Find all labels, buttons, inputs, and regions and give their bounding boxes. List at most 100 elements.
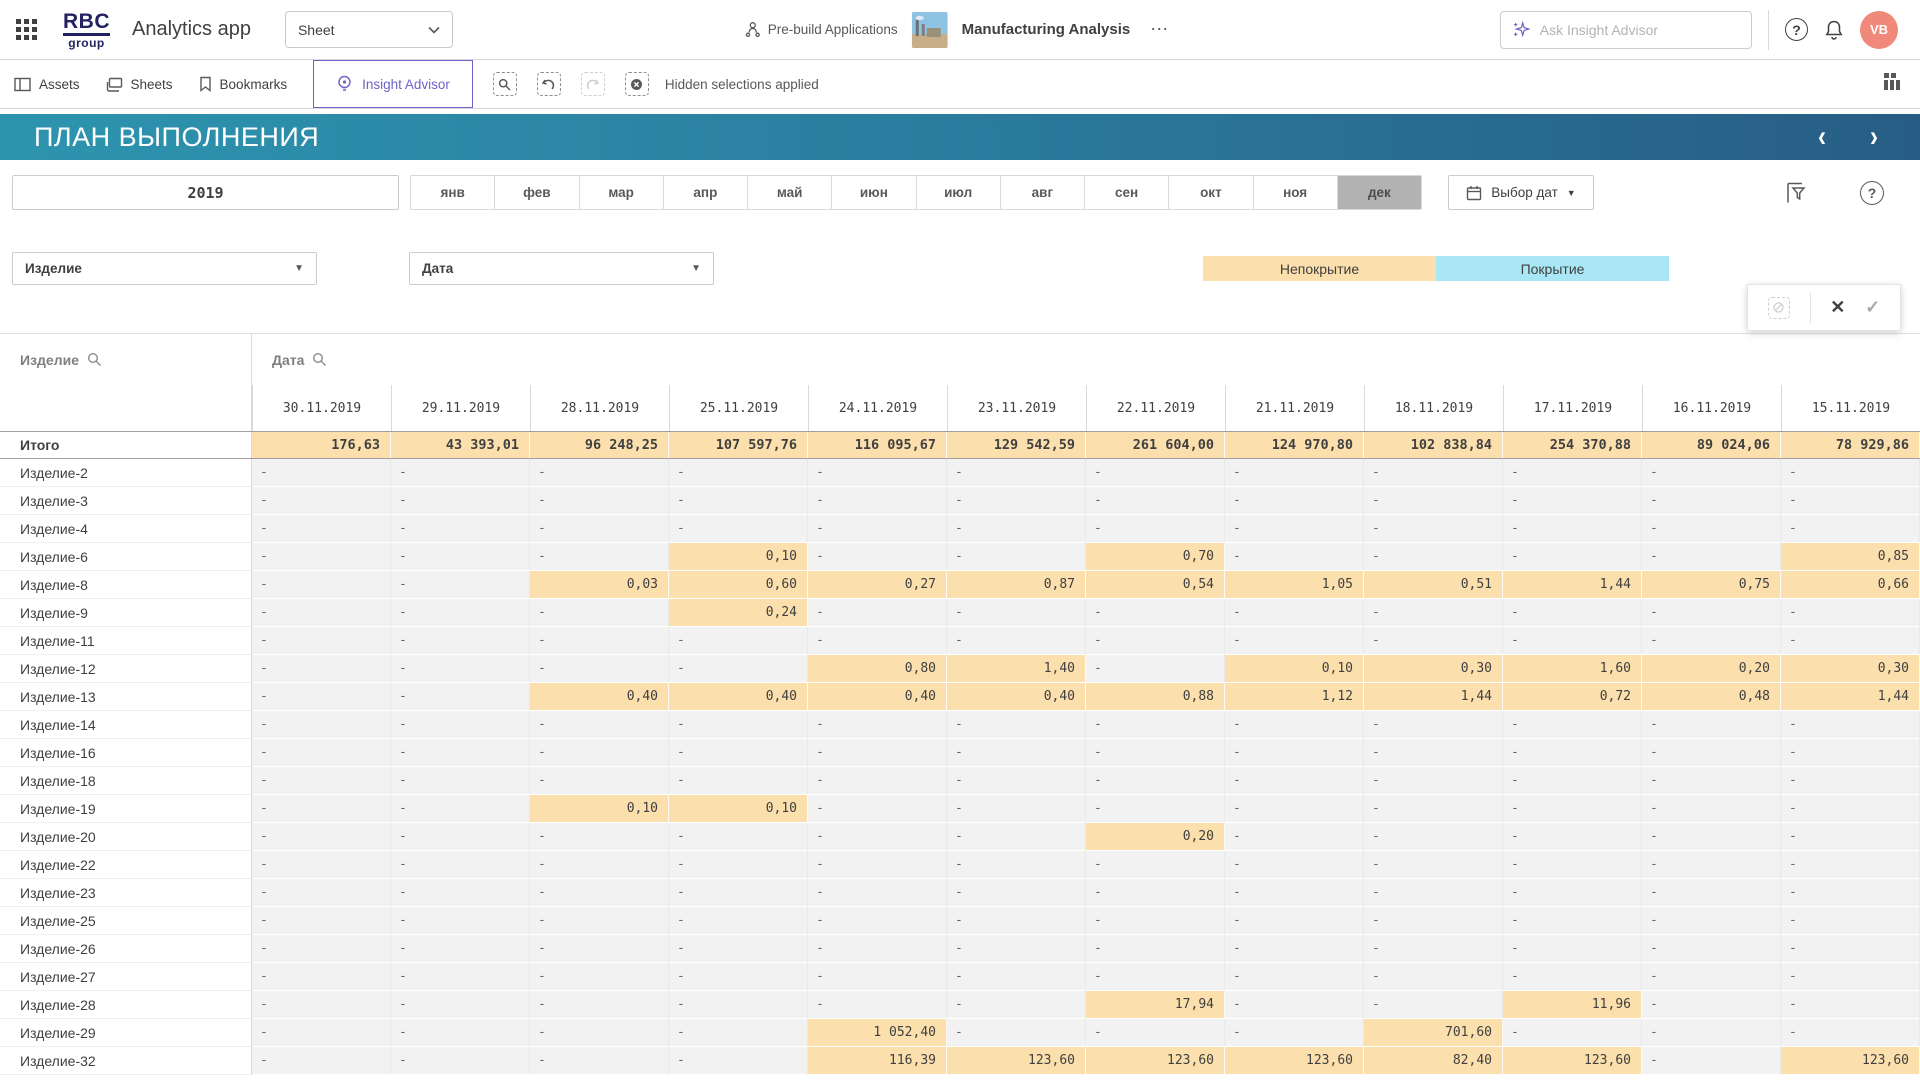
pivot-cell[interactable]: 123,60 <box>947 1047 1086 1075</box>
pivot-cell[interactable]: 123,60 <box>1503 1047 1642 1075</box>
month-filter-мар[interactable]: мар <box>580 176 664 209</box>
pivot-cell[interactable]: - <box>947 767 1086 795</box>
pivot-cell[interactable]: - <box>947 543 1086 571</box>
pivot-cell[interactable]: - <box>669 655 808 683</box>
prev-sheet-button[interactable]: ‹ <box>1818 122 1826 152</box>
pivot-cell[interactable]: - <box>1503 515 1642 543</box>
month-filter-янв[interactable]: янв <box>411 176 495 209</box>
pivot-cell[interactable]: 82,40 <box>1364 1047 1503 1075</box>
pivot-cell[interactable]: - <box>1642 1019 1781 1047</box>
pivot-cell[interactable]: - <box>1503 487 1642 515</box>
pivot-cell[interactable]: 0,24 <box>669 599 808 627</box>
pivot-cell[interactable]: - <box>252 543 391 571</box>
pivot-cell[interactable]: - <box>1225 935 1364 963</box>
pivot-cell[interactable]: - <box>1225 515 1364 543</box>
pivot-cell[interactable]: - <box>947 487 1086 515</box>
pivot-cell[interactable]: - <box>1642 851 1781 879</box>
pivot-cell[interactable]: - <box>669 459 808 487</box>
pivot-cell[interactable]: - <box>391 795 530 823</box>
row-label[interactable]: Изделие-9 <box>0 599 252 627</box>
pivot-cell[interactable]: 1,12 <box>1225 683 1364 711</box>
pivot-cell[interactable]: - <box>808 711 947 739</box>
confirm-selection-button[interactable]: ✓ <box>1865 297 1880 318</box>
pivot-cell[interactable]: - <box>530 543 669 571</box>
column-header[interactable]: 23.11.2019 <box>947 385 1086 431</box>
pivot-cell[interactable]: - <box>1503 599 1642 627</box>
pivot-cell[interactable]: 0,48 <box>1642 683 1781 711</box>
pivot-cell[interactable]: - <box>391 907 530 935</box>
pivot-cell[interactable]: 123,60 <box>1086 1047 1225 1075</box>
pivot-cell[interactable]: - <box>530 515 669 543</box>
pivot-cell[interactable]: - <box>1364 459 1503 487</box>
pivot-cell[interactable]: - <box>669 823 808 851</box>
pivot-cell[interactable]: - <box>1781 739 1920 767</box>
column-header[interactable]: 15.11.2019 <box>1781 385 1920 431</box>
row-label[interactable]: Изделие-23 <box>0 879 252 907</box>
pivot-cell[interactable]: - <box>808 767 947 795</box>
pivot-cell[interactable]: - <box>1642 627 1781 655</box>
pivot-cell[interactable]: 0,27 <box>808 571 947 599</box>
pivot-cell[interactable]: 17,94 <box>1086 991 1225 1019</box>
month-filter-фев[interactable]: фев <box>495 176 579 209</box>
pivot-cell[interactable]: 0,30 <box>1364 655 1503 683</box>
pivot-cell[interactable]: - <box>1642 515 1781 543</box>
month-filter-май[interactable]: май <box>748 176 832 209</box>
pivot-cell[interactable]: - <box>1086 907 1225 935</box>
pivot-cell[interactable]: - <box>808 963 947 991</box>
pivot-cell[interactable]: - <box>1642 879 1781 907</box>
pivot-cell[interactable]: - <box>808 935 947 963</box>
row-label[interactable]: Изделие-6 <box>0 543 252 571</box>
pivot-cell[interactable]: - <box>1086 487 1225 515</box>
pivot-cell[interactable]: - <box>1364 487 1503 515</box>
pivot-cell[interactable]: 1,44 <box>1503 571 1642 599</box>
pivot-cell[interactable]: 0,75 <box>1642 571 1781 599</box>
row-label[interactable]: Изделие-27 <box>0 963 252 991</box>
pivot-cell[interactable]: - <box>669 963 808 991</box>
pivot-cell[interactable]: - <box>1503 1019 1642 1047</box>
pivot-cell[interactable]: - <box>1225 823 1364 851</box>
pivot-cell[interactable]: 0,80 <box>808 655 947 683</box>
ask-insight-advisor-input[interactable] <box>1540 22 1739 38</box>
pivot-cell[interactable]: - <box>1781 991 1920 1019</box>
column-header[interactable]: 25.11.2019 <box>669 385 808 431</box>
search-selections-button[interactable] <box>493 72 517 96</box>
pivot-cell[interactable]: - <box>1642 459 1781 487</box>
pivot-cell[interactable]: - <box>808 823 947 851</box>
next-sheet-button[interactable]: › <box>1870 122 1878 152</box>
pivot-cell[interactable]: - <box>669 767 808 795</box>
pivot-cell[interactable]: - <box>947 627 1086 655</box>
pivot-cell[interactable]: - <box>1364 795 1503 823</box>
pivot-cell[interactable]: - <box>1642 963 1781 991</box>
pivot-cell[interactable]: - <box>947 851 1086 879</box>
pivot-cell[interactable]: - <box>1225 459 1364 487</box>
pivot-cell[interactable]: - <box>1781 515 1920 543</box>
row-label[interactable]: Изделие-3 <box>0 487 252 515</box>
month-filter-окт[interactable]: окт <box>1169 176 1253 209</box>
pivot-cell[interactable]: - <box>1364 991 1503 1019</box>
column-header[interactable]: 30.11.2019 <box>252 385 391 431</box>
pivot-cell[interactable]: - <box>947 1019 1086 1047</box>
pivot-cell[interactable]: 0,40 <box>669 683 808 711</box>
ask-insight-advisor-box[interactable] <box>1500 11 1752 49</box>
pivot-cell[interactable]: - <box>808 739 947 767</box>
column-header[interactable]: 18.11.2019 <box>1364 385 1503 431</box>
cancel-selection-button[interactable]: ✕ <box>1830 297 1845 318</box>
pivot-cell[interactable]: 0,10 <box>1225 655 1364 683</box>
pivot-cell[interactable]: - <box>1086 627 1225 655</box>
insight-advisor-button[interactable]: Insight Advisor <box>313 60 473 108</box>
pivot-cell[interactable]: - <box>252 963 391 991</box>
pivot-cell[interactable]: - <box>252 767 391 795</box>
row-label[interactable]: Изделие-11 <box>0 627 252 655</box>
pivot-cell[interactable]: - <box>252 879 391 907</box>
pivot-cell[interactable]: - <box>391 459 530 487</box>
row-label[interactable]: Изделие-4 <box>0 515 252 543</box>
pivot-cell[interactable]: - <box>1642 767 1781 795</box>
column-header[interactable]: 22.11.2019 <box>1086 385 1225 431</box>
pivot-cell[interactable]: - <box>252 1047 391 1075</box>
date-filter-dropdown[interactable]: Дата ▼ <box>409 252 714 285</box>
pivot-cell[interactable]: - <box>669 711 808 739</box>
pivot-cell[interactable]: - <box>947 963 1086 991</box>
pivot-cell[interactable]: - <box>947 907 1086 935</box>
pivot-cell[interactable]: - <box>530 851 669 879</box>
pivot-cell[interactable]: 0,30 <box>1781 655 1920 683</box>
